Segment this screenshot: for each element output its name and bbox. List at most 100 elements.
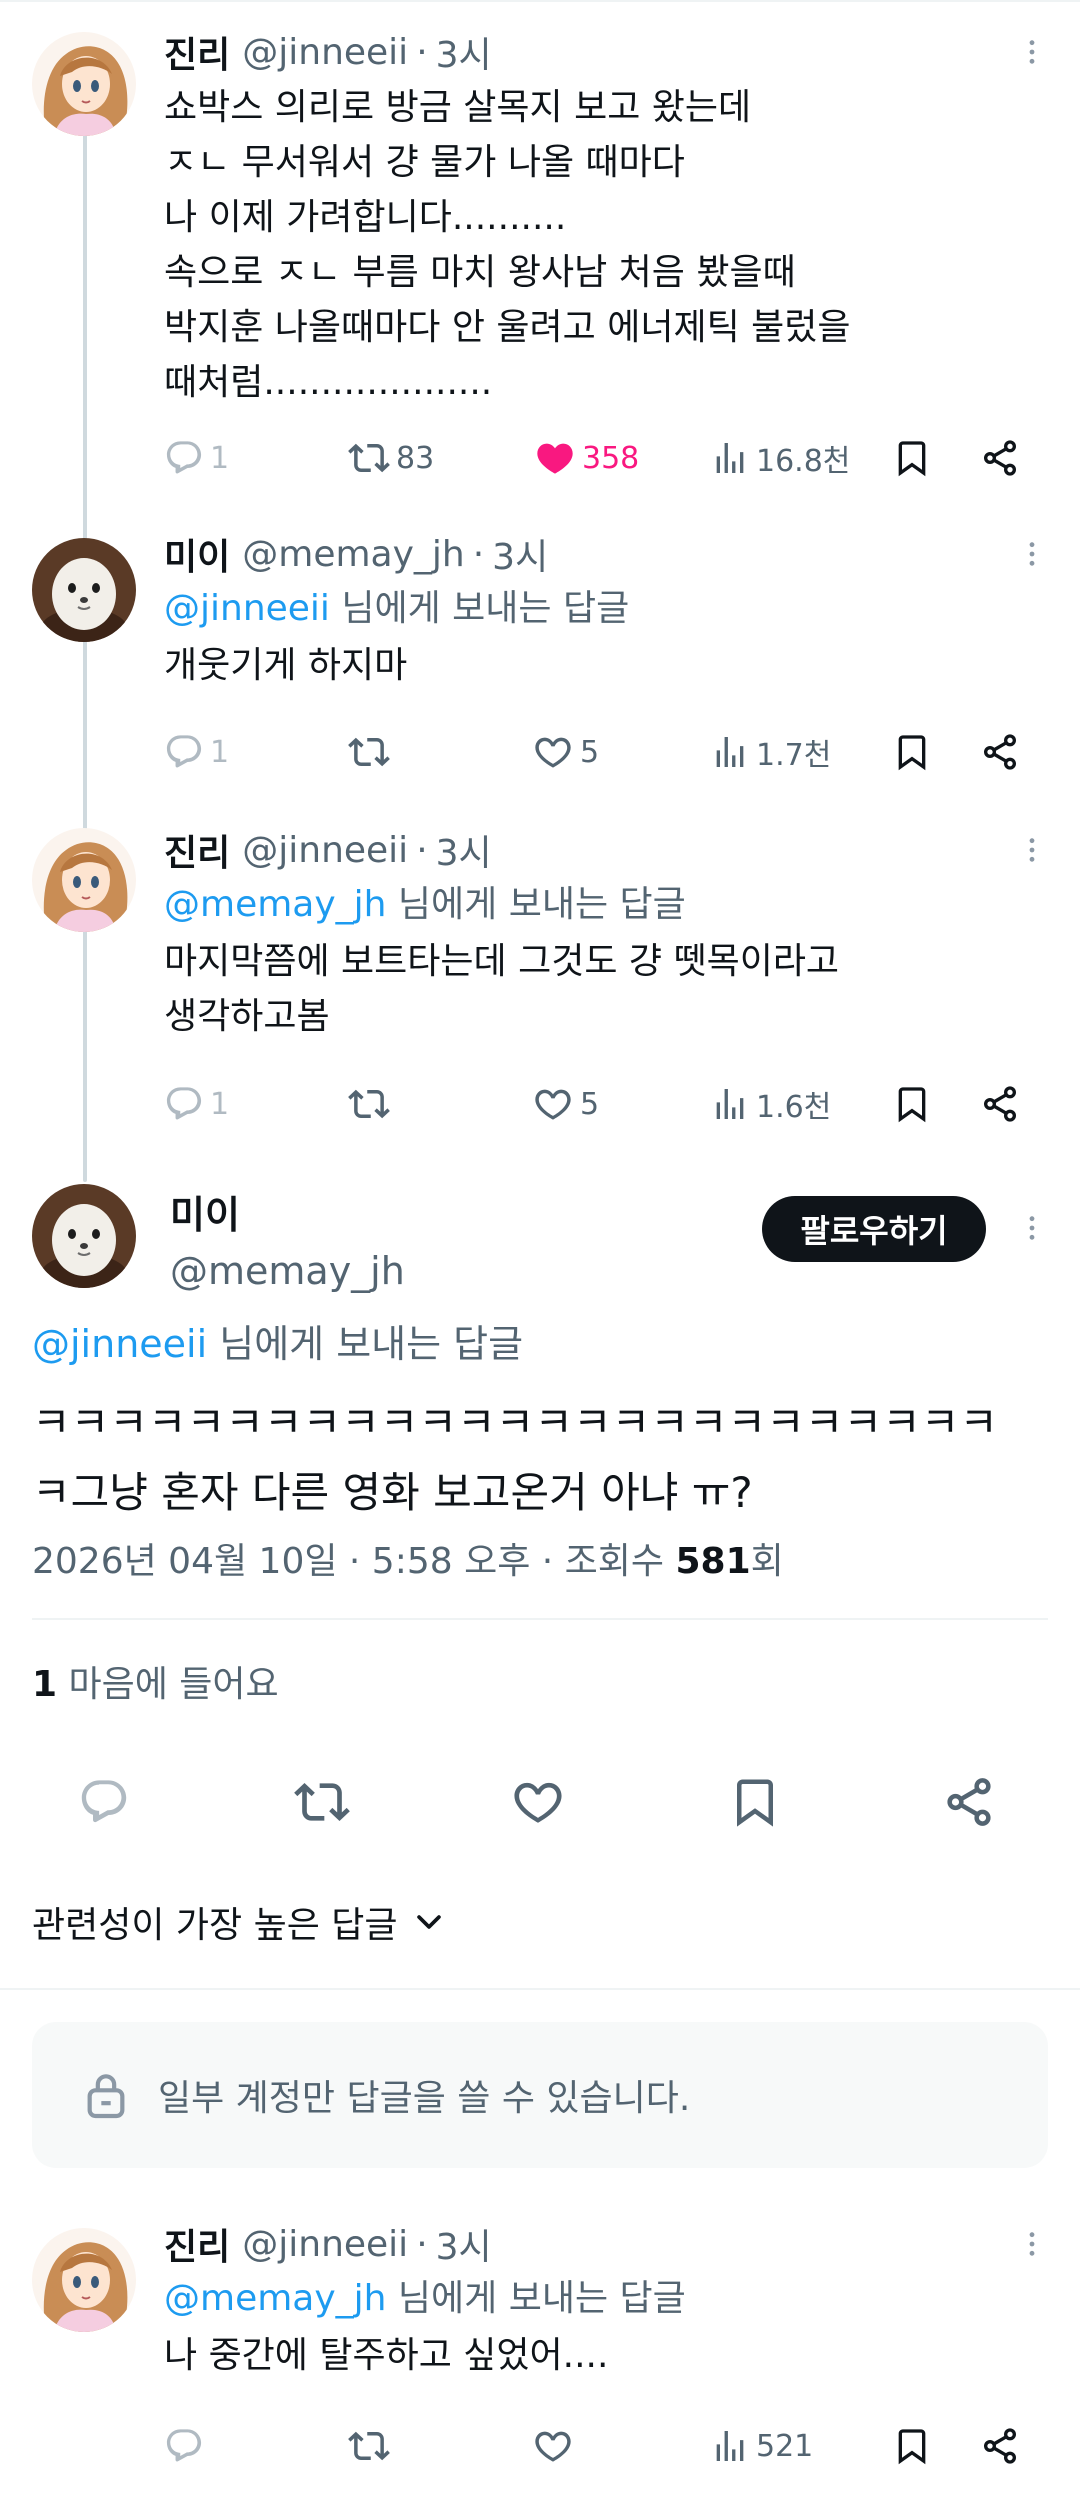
reply-icon [164,2426,204,2466]
more-icon[interactable] [1012,1202,1052,1254]
divider [32,1618,1048,1620]
avatar[interactable] [32,1184,136,1288]
retweet-button[interactable] [294,1762,350,1842]
reply-icon [164,438,204,478]
like-button[interactable] [510,1762,566,1842]
display-name[interactable]: 진리 [164,824,230,876]
mention-link[interactable]: @memay_jh [164,884,386,925]
display-name[interactable]: 미이 [170,1184,405,1239]
share-button[interactable] [980,1074,1020,1134]
reply-button[interactable]: 1 [164,1074,229,1134]
replying-to-label: 님에게 보내는 답글 [207,1322,524,1366]
like-button[interactable]: 5 [532,722,599,782]
more-icon[interactable] [1012,824,1052,876]
timestamp[interactable]: 3시 [492,528,548,580]
view-count: 1.6천 [756,1090,832,1125]
post-date[interactable]: 2026년 04월 10일 · 5:58 오후 · 조회수 [32,1541,675,1582]
reply-count: 1 [210,734,230,770]
views-button[interactable]: 1.7천 [710,722,831,782]
like-button[interactable] [532,2416,574,2476]
share-button[interactable] [980,2416,1020,2476]
mention-link[interactable]: @memay_jh [164,2278,386,2319]
views-suffix: 회 [750,1541,784,1582]
user-handle[interactable]: @memay_jh [242,534,464,575]
focus-actions [32,1762,1048,1842]
like-count: 5 [580,1086,600,1122]
bookmark-button[interactable] [728,1762,782,1842]
sort-label: 관련성이 가장 높은 답글 [32,1905,398,1946]
timestamp[interactable]: 3시 [436,824,492,876]
notice-text: 일부 계정만 답글을 쓸 수 있습니다. [158,2078,691,2119]
share-button[interactable] [980,428,1020,488]
user-handle[interactable]: @jinneeii [242,2224,408,2265]
bookmark-button[interactable] [892,2416,932,2476]
like-count: 358 [582,440,640,476]
tweet-meta: 2026년 04월 10일 · 5:58 오후 · 조회수 581회 [32,1532,784,1584]
views-icon [710,2426,750,2466]
mention-link[interactable]: @jinneeii [164,588,330,629]
avatar[interactable] [32,2228,136,2332]
tweet-actions: 1 83 358 16.8천 [164,428,1040,488]
views-button[interactable]: 521 [710,2416,813,2476]
bookmark-icon [728,1775,782,1829]
timestamp[interactable]: 3시 [436,26,492,78]
tweet-text: 나 중간에 탈주하고 싶었어.... [164,2335,609,2376]
reply-restriction-notice: 일부 계정만 답글을 쓸 수 있습니다. [32,2022,1048,2168]
display-name[interactable]: 진리 [164,26,230,78]
author-block[interactable]: 미이 @memay_jh [170,1184,405,1293]
replying-to: @jinneeii 님에게 보내는 답글 [164,580,1040,638]
share-icon [942,1775,996,1829]
bookmark-button[interactable] [892,428,932,488]
tweet-header: 진리 @jinneeii · 3시 [164,824,1040,876]
retweet-icon [294,1774,350,1830]
tweet[interactable]: 미이 @memay_jh · 3시 @jinneeii 님에게 보내는 답글 개… [0,512,1080,810]
bookmark-button[interactable] [892,722,932,782]
retweet-button[interactable] [348,2416,390,2476]
user-handle[interactable]: @memay_jh [170,1249,405,1293]
tweet[interactable]: 진리 @jinneeii · 3시 @memay_jh 님에게 보내는 답글 마… [0,810,1080,1170]
avatar[interactable] [32,538,136,642]
separator-dot: · [416,2223,428,2265]
reply-icon [164,1084,204,1124]
share-button[interactable] [942,1762,996,1842]
share-icon [980,732,1020,772]
retweet-button[interactable]: 83 [348,428,434,488]
tweet-text: 개웃기게 하지마 [164,645,408,686]
like-button[interactable]: 5 [532,1074,599,1134]
retweet-button[interactable] [348,1074,390,1134]
replying-to: @memay_jh 님에게 보내는 답글 [164,2270,1040,2328]
likes-summary[interactable]: 1 마음에 들어요 [32,1655,279,1707]
more-icon[interactable] [1012,26,1052,78]
replying-to: @memay_jh 님에게 보내는 답글 [164,876,1040,934]
reply-button[interactable]: 1 [164,722,229,782]
likes-count: 1 [32,1664,58,1705]
bookmark-icon [892,1084,932,1124]
replying-to: @jinneeii 님에게 보내는 답글 [32,1315,523,1373]
user-handle[interactable]: @jinneeii [242,32,408,73]
avatar[interactable] [32,32,136,136]
views-button[interactable]: 16.8천 [710,428,850,488]
share-button[interactable] [980,722,1020,782]
retweet-button[interactable] [348,722,390,782]
avatar[interactable] [32,828,136,932]
reply-button[interactable] [164,2416,204,2476]
tweet[interactable]: 진리 @jinneeii · 3시 @memay_jh 님에게 보내는 답글 나… [0,2210,1080,2494]
reply-sort-dropdown[interactable]: 관련성이 가장 높은 답글 [32,1896,446,1948]
chevron-down-icon [412,1905,446,1939]
views-icon [710,1084,750,1124]
tweet[interactable]: 진리 @jinneeii · 3시 쇼박스 의리로 방금 살목지 보고 왔는데 … [0,0,1080,512]
timestamp[interactable]: 3시 [436,2218,492,2270]
display-name[interactable]: 미이 [164,528,230,580]
retweet-icon [348,1083,390,1125]
user-handle[interactable]: @jinneeii [242,830,408,871]
reply-button[interactable]: 1 [164,428,229,488]
more-icon[interactable] [1012,2218,1052,2270]
bookmark-button[interactable] [892,1074,932,1134]
like-button[interactable]: 358 [534,428,639,488]
follow-button[interactable]: 팔로우하기 [762,1196,986,1262]
more-icon[interactable] [1012,528,1052,580]
display-name[interactable]: 진리 [164,2218,230,2270]
mention-link[interactable]: @jinneeii [32,1322,207,1366]
reply-button[interactable] [78,1762,130,1842]
views-button[interactable]: 1.6천 [710,1074,831,1134]
